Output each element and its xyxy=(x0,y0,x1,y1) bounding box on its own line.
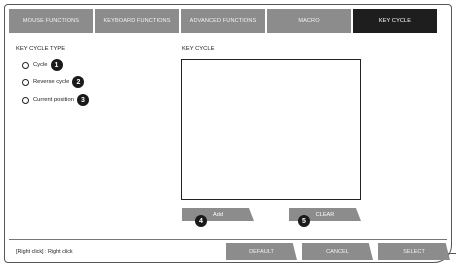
tab-macro[interactable]: MACRO xyxy=(267,9,351,33)
radio-button[interactable] xyxy=(22,96,29,104)
callout-badge-add: 4 xyxy=(195,215,207,227)
key-cycle-type-title: KEY CYCLE TYPE xyxy=(16,46,66,52)
add-button-label: Add xyxy=(213,211,223,218)
tab-bar: MOUSE FUNCTIONS KEYBOARD FUNCTIONS ADVAN… xyxy=(9,9,437,33)
radio-label: Reverse cycle xyxy=(33,79,70,85)
radio-label: Cycle xyxy=(33,62,48,68)
radio-button[interactable] xyxy=(22,61,29,69)
tab-keyboard-functions[interactable]: KEYBOARD FUNCTIONS xyxy=(95,9,179,33)
callout-badge: 3 xyxy=(76,94,89,106)
key-cycle-title: KEY CYCLE xyxy=(182,46,215,52)
footer-divider xyxy=(9,239,447,240)
radio-button[interactable] xyxy=(22,78,29,86)
clear-button-label: CLEAR xyxy=(315,211,335,218)
tab-mouse-functions[interactable]: MOUSE FUNCTIONS xyxy=(9,9,93,33)
cancel-button[interactable]: CANCEL xyxy=(302,243,373,260)
callout-badge: 2 xyxy=(72,76,85,88)
radio-option-reverse-cycle[interactable]: Reverse cycle 2 xyxy=(22,76,85,88)
status-hint: [Right click] : Right click xyxy=(16,249,73,255)
radio-label: Current position xyxy=(33,97,74,103)
tab-advanced-functions[interactable]: ADVANCED FUNCTIONS xyxy=(181,9,265,33)
radio-option-cycle[interactable]: Cycle 1 xyxy=(22,59,63,71)
add-button[interactable]: Add xyxy=(182,208,254,221)
key-cycle-list[interactable] xyxy=(181,59,361,200)
default-button[interactable]: DEFAULT xyxy=(226,243,297,260)
callout-badge-clear: 5 xyxy=(298,215,310,227)
tab-key-cycle[interactable]: KEY CYCLE xyxy=(353,9,437,33)
select-button[interactable]: SELECT xyxy=(378,243,450,260)
callout-badge: 1 xyxy=(50,59,63,71)
radio-option-current-position[interactable]: Current position 3 xyxy=(22,94,89,106)
